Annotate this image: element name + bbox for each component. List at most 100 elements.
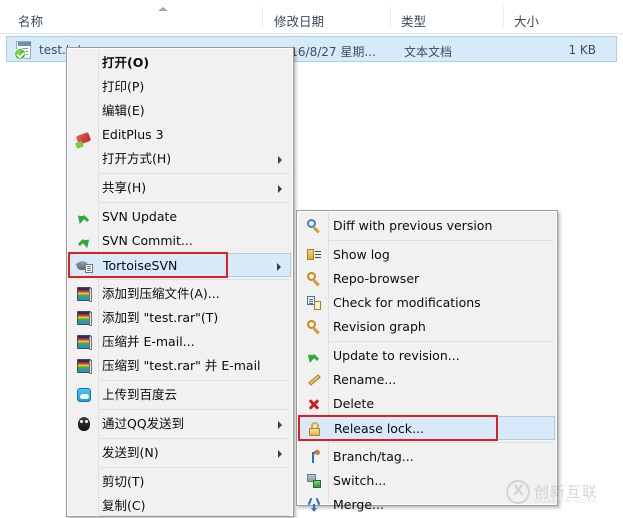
menu-item-label: 发送到(N) — [102, 445, 159, 460]
menu-item-label: 打印(P) — [102, 79, 145, 94]
menu-item-edit[interactable]: 编辑(E) — [69, 99, 291, 123]
rename-pencil-icon — [306, 372, 322, 388]
svn-update-icon — [76, 209, 92, 225]
menu-item-label: Repo-browser — [333, 271, 420, 286]
menu-item-share[interactable]: 共享(H) — [69, 176, 291, 200]
menu-separator — [99, 173, 289, 174]
menu-item-label: Delete — [333, 396, 375, 411]
menu-item-editplus[interactable]: EditPlus 3 — [69, 123, 291, 147]
menu-item-label: Branch/tag... — [333, 449, 414, 464]
chevron-right-icon — [278, 421, 282, 429]
menu-item-label: TortoiseSVN — [103, 258, 178, 273]
cell-file-size: 1 KB — [568, 43, 596, 57]
repo-browser-icon — [306, 271, 322, 287]
menu-separator — [99, 409, 289, 410]
menu-item-label: 上传到百度云 — [102, 387, 178, 402]
menu-item-rename[interactable]: Rename... — [299, 368, 555, 392]
menu-item-update-to-revision[interactable]: Update to revision... — [299, 344, 555, 368]
svn-commit-icon — [76, 233, 92, 249]
chevron-right-icon — [278, 185, 282, 193]
menu-item-repo-browser[interactable]: Repo-browser — [299, 267, 555, 291]
menu-separator — [99, 467, 289, 468]
menu-item-label: SVN Commit... — [102, 233, 193, 248]
chevron-right-icon — [278, 450, 282, 458]
menu-item-open-with[interactable]: 打开方式(H) — [69, 147, 291, 171]
column-divider[interactable] — [503, 6, 504, 27]
menu-item-label: Release lock... — [334, 421, 424, 436]
release-lock-icon — [307, 421, 323, 437]
qq-icon — [76, 416, 92, 432]
menu-separator — [329, 442, 553, 443]
watermark-subtext: CHUANGXIN HULIAN — [535, 499, 596, 505]
menu-item-send-to[interactable]: 发送到(N) — [69, 441, 291, 465]
menu-item-check-for-modifications[interactable]: Check for modifications — [299, 291, 555, 315]
column-header-name[interactable]: 名称 — [18, 11, 43, 30]
menu-separator — [329, 240, 553, 241]
menu-item-delete[interactable]: Delete — [299, 392, 555, 416]
chevron-right-icon — [278, 156, 282, 164]
column-header-size[interactable]: 大小 — [514, 11, 539, 30]
menu-item-send-via-qq[interactable]: 通过QQ发送到 — [69, 412, 291, 436]
column-header-date[interactable]: 修改日期 — [274, 11, 324, 30]
menu-item-branch-tag[interactable]: Branch/tag... — [299, 445, 555, 469]
menu-item-cut[interactable]: 剪切(T) — [69, 470, 291, 494]
winrar-icon — [76, 310, 92, 326]
menu-item-tortoisesvn[interactable]: TortoiseSVN — [69, 253, 291, 277]
menu-item-label: Rename... — [333, 372, 397, 387]
menu-item-add-to-test-rar[interactable]: 添加到 "test.rar"(T) — [69, 306, 291, 330]
menu-item-label: Check for modifications — [333, 295, 481, 310]
tortoisesvn-icon — [76, 258, 93, 274]
menu-item-label: 打开(O) — [102, 55, 150, 70]
column-divider[interactable] — [262, 6, 263, 27]
menu-item-label: Show log — [333, 247, 390, 262]
menu-item-revision-graph[interactable]: Revision graph — [299, 315, 555, 339]
menu-item-compress-to-test-rar-and-email[interactable]: 压缩到 "test.rar" 并 E-mail — [69, 354, 291, 378]
chevron-right-icon — [277, 263, 281, 271]
menu-item-compress-and-email[interactable]: 压缩并 E-mail... — [69, 330, 291, 354]
column-header-type[interactable]: 类型 — [401, 11, 426, 30]
menu-separator — [99, 202, 289, 203]
menu-item-label: Diff with previous version — [333, 218, 493, 233]
menu-separator — [99, 515, 289, 516]
menu-separator — [99, 438, 289, 439]
branch-tag-icon — [306, 449, 322, 465]
editplus-icon — [75, 127, 92, 145]
menu-item-label: 剪切(T) — [102, 474, 145, 489]
menu-item-label: 添加到压缩文件(A)... — [102, 286, 220, 301]
menu-item-svn-commit[interactable]: SVN Commit... — [69, 229, 291, 253]
text-document-icon — [14, 41, 33, 60]
menu-item-label: 压缩并 E-mail... — [102, 334, 195, 349]
column-divider[interactable] — [390, 6, 391, 27]
winrar-icon — [76, 286, 92, 302]
menu-item-label: 通过QQ发送到 — [102, 416, 185, 431]
menu-item-diff-with-previous-version[interactable]: Diff with previous version — [299, 214, 555, 238]
merge-icon — [306, 497, 322, 513]
switch-icon — [306, 473, 322, 489]
menu-item-label: 添加到 "test.rar"(T) — [102, 310, 219, 325]
menu-separator — [329, 341, 553, 342]
menu-item-add-to-archive[interactable]: 添加到压缩文件(A)... — [69, 282, 291, 306]
file-context-menu[interactable]: 打开(O) 打印(P) 编辑(E) EditPlus 3 打开方式(H) 共享(… — [66, 47, 294, 517]
delete-x-icon — [306, 396, 322, 412]
baidu-cloud-icon — [76, 387, 92, 403]
menu-item-label: 共享(H) — [102, 180, 147, 195]
tortoisesvn-submenu[interactable]: Diff with previous version Show log Repo… — [296, 210, 558, 512]
update-to-revision-icon — [306, 348, 322, 364]
menu-item-label: Update to revision... — [333, 348, 460, 363]
diff-magnifier-icon — [306, 218, 322, 234]
menu-item-label: 编辑(E) — [102, 103, 145, 118]
menu-item-open[interactable]: 打开(O) — [69, 51, 291, 75]
menu-item-show-log[interactable]: Show log — [299, 243, 555, 267]
menu-item-label: EditPlus 3 — [102, 127, 164, 142]
menu-item-label: Merge... — [333, 497, 384, 512]
svn-normal-overlay-icon — [14, 48, 26, 60]
menu-item-label: 打开方式(H) — [102, 151, 172, 166]
menu-item-release-lock[interactable]: Release lock... — [299, 416, 555, 440]
menu-item-label: SVN Update — [102, 209, 178, 224]
winrar-icon — [76, 334, 92, 350]
cell-file-type: 文本文档 — [404, 45, 453, 59]
menu-item-print[interactable]: 打印(P) — [69, 75, 291, 99]
show-log-icon — [306, 247, 322, 263]
menu-item-svn-update[interactable]: SVN Update — [69, 205, 291, 229]
menu-item-upload-baidu-cloud[interactable]: 上传到百度云 — [69, 383, 291, 407]
